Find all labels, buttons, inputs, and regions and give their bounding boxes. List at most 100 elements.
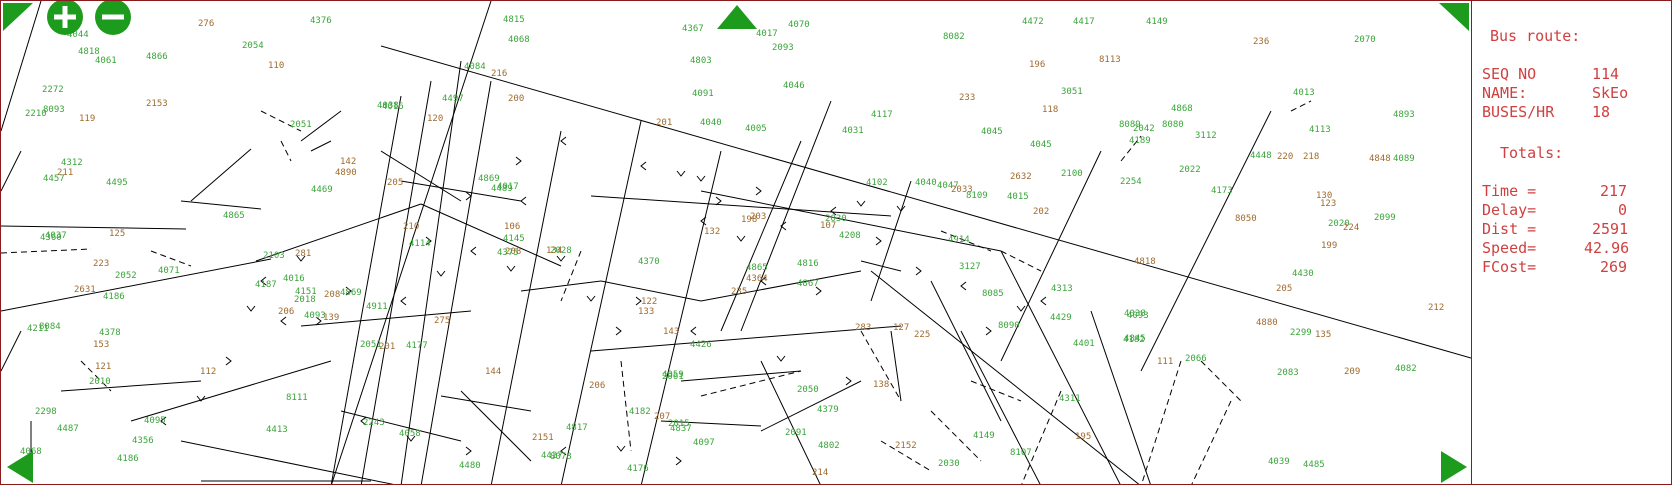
- node-label[interactable]: 144: [485, 367, 501, 377]
- node-label[interactable]: 2093: [772, 43, 794, 53]
- node-label[interactable]: 4356: [132, 436, 154, 446]
- node-label[interactable]: 4040: [915, 178, 937, 188]
- node-label[interactable]: 4413: [266, 425, 288, 435]
- node-label[interactable]: 4182: [1123, 335, 1145, 345]
- node-label[interactable]: 4045: [981, 127, 1003, 137]
- node-label[interactable]: 2103: [263, 251, 285, 261]
- node-label[interactable]: 4058: [399, 429, 421, 439]
- node-label[interactable]: 130: [1316, 191, 1332, 201]
- node-label[interactable]: 4848: [1369, 154, 1391, 164]
- node-label[interactable]: 4803: [690, 56, 712, 66]
- node-label[interactable]: 4208: [839, 231, 861, 241]
- node-label[interactable]: 200: [508, 94, 524, 104]
- node-label[interactable]: 118: [1042, 105, 1058, 115]
- node-label[interactable]: 4818: [1134, 257, 1156, 267]
- node-label[interactable]: 4802: [818, 441, 840, 451]
- node-label[interactable]: 207: [654, 412, 670, 422]
- node-label[interactable]: 8093: [43, 105, 65, 115]
- node-label[interactable]: 4364: [746, 274, 768, 284]
- node-label[interactable]: 4016: [382, 102, 404, 112]
- node-label[interactable]: 2033: [951, 185, 973, 195]
- node-label[interactable]: 2070: [1354, 35, 1376, 45]
- node-label[interactable]: 2054: [242, 41, 264, 51]
- node-label[interactable]: 2632: [1010, 172, 1032, 182]
- node-label[interactable]: 2631: [74, 285, 96, 295]
- node-label[interactable]: 4016: [283, 274, 305, 284]
- node-label[interactable]: 2042: [1133, 124, 1155, 134]
- node-label[interactable]: 8082: [943, 32, 965, 42]
- node-label[interactable]: 107: [820, 221, 836, 231]
- node-label[interactable]: 4426: [690, 340, 712, 350]
- node-label[interactable]: 106: [504, 222, 520, 232]
- node-label[interactable]: 4149: [1146, 17, 1168, 27]
- node-label[interactable]: 8111: [286, 393, 308, 403]
- node-label[interactable]: 4376: [310, 16, 332, 26]
- node-label[interactable]: 2015: [668, 419, 690, 429]
- node-label[interactable]: 3112: [1195, 131, 1217, 141]
- node-label[interactable]: 236: [1253, 37, 1269, 47]
- node-label[interactable]: 2153: [146, 99, 168, 109]
- node-label[interactable]: 3127: [959, 262, 981, 272]
- node-label[interactable]: 2151: [532, 433, 554, 443]
- node-label[interactable]: 4145: [503, 234, 525, 244]
- node-label[interactable]: 201: [656, 118, 672, 128]
- node-label[interactable]: 4176: [627, 464, 649, 474]
- node-label[interactable]: 4312: [61, 158, 83, 168]
- node-label[interactable]: 2052: [115, 271, 137, 281]
- node-label[interactable]: 4911: [366, 302, 388, 312]
- node-label[interactable]: 4095: [144, 416, 166, 426]
- node-label[interactable]: 205: [387, 178, 403, 188]
- node-label[interactable]: 2051: [290, 120, 312, 130]
- node-label[interactable]: 4097: [693, 438, 715, 448]
- node-label[interactable]: 4367: [682, 24, 704, 34]
- node-label[interactable]: 195: [1075, 432, 1091, 442]
- node-label[interactable]: 4311: [1059, 394, 1081, 404]
- node-label[interactable]: 206: [589, 381, 605, 391]
- node-label[interactable]: 4379: [817, 405, 839, 415]
- node-label[interactable]: 4113: [1309, 125, 1331, 135]
- node-label[interactable]: 2022: [1179, 165, 1201, 175]
- node-label[interactable]: 8107: [1010, 448, 1032, 458]
- network-map[interactable]: 3112 4013 2050 8082 8085 2070 4031 4038 2010 3127…: [1, 1, 1471, 484]
- node-label[interactable]: 4039: [1268, 457, 1290, 467]
- node-label[interactable]: 4313: [1051, 284, 1073, 294]
- node-label[interactable]: 4866: [146, 52, 168, 62]
- node-label[interactable]: 2099: [1374, 213, 1396, 223]
- node-label[interactable]: 4469: [311, 185, 333, 195]
- node-label[interactable]: 275: [434, 316, 450, 326]
- node-label[interactable]: 4182: [629, 407, 651, 417]
- node-label[interactable]: 208: [324, 290, 340, 300]
- node-label[interactable]: 143: [663, 327, 679, 337]
- node-label[interactable]: 2254: [1120, 177, 1142, 187]
- node-label[interactable]: 205: [1276, 284, 1292, 294]
- node-label[interactable]: 211: [57, 168, 73, 178]
- node-label[interactable]: 4868: [1171, 104, 1193, 114]
- node-label[interactable]: 4173: [1211, 186, 1233, 196]
- node-label[interactable]: 220: [1277, 152, 1293, 162]
- node-label[interactable]: 223: [93, 259, 109, 269]
- node-label[interactable]: 110: [268, 61, 284, 71]
- node-label[interactable]: 3051: [1061, 87, 1083, 97]
- node-label[interactable]: 2152: [895, 441, 917, 451]
- node-label[interactable]: 281: [295, 249, 311, 259]
- node-label[interactable]: 4045: [1030, 140, 1052, 150]
- node-label[interactable]: 8050: [1235, 214, 1257, 224]
- node-label[interactable]: 4017: [756, 29, 778, 39]
- node-label[interactable]: 121: [95, 362, 111, 372]
- node-label[interactable]: 4880: [1256, 318, 1278, 328]
- node-label[interactable]: 212: [1428, 303, 1444, 313]
- node-label[interactable]: 4151: [295, 287, 317, 297]
- node-label[interactable]: 283: [855, 323, 871, 333]
- node-label[interactable]: 196: [1029, 60, 1045, 70]
- node-label[interactable]: 4417: [1073, 17, 1095, 27]
- node-label[interactable]: 4117: [871, 110, 893, 120]
- node-label[interactable]: 8090: [998, 321, 1020, 331]
- node-label[interactable]: 4177: [406, 341, 428, 351]
- node-label[interactable]: 4429: [1050, 313, 1072, 323]
- node-label[interactable]: 4061: [95, 56, 117, 66]
- node-label[interactable]: 202: [1033, 207, 1049, 217]
- node-label[interactable]: 4070: [788, 20, 810, 30]
- node-label[interactable]: 2050: [797, 385, 819, 395]
- node-label[interactable]: 214: [812, 468, 828, 478]
- node-label[interactable]: 276: [198, 19, 214, 29]
